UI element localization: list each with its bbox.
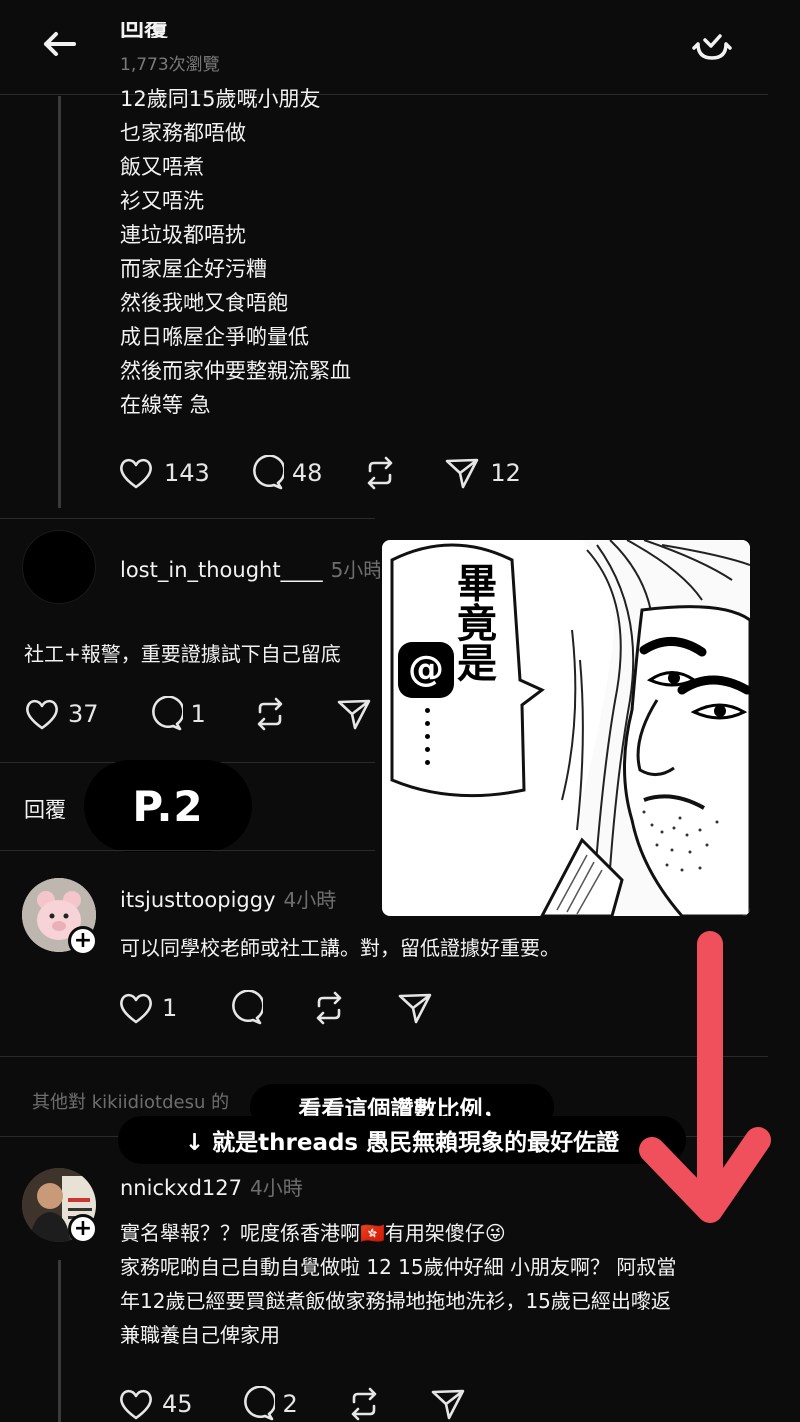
replies-label: 回覆	[24, 798, 66, 822]
repost-icon	[257, 697, 283, 731]
back-button[interactable]	[38, 22, 82, 66]
heart-icon	[26, 699, 58, 730]
username[interactable]: itsjusttoopiggy	[120, 888, 276, 912]
reply-text: 實名舉報？？呢度係香港啊🇭🇰有用架傻仔😜 家務呢啲自己自動自覺做啦 12 15歲…	[120, 1221, 677, 1347]
view-count: 1,773次瀏覽	[120, 55, 220, 75]
divider	[0, 518, 375, 519]
page-badge: P.2	[84, 760, 252, 852]
send-icon	[398, 993, 432, 1024]
follow-plus-button[interactable]: +	[68, 926, 98, 956]
like-count: 1	[162, 994, 178, 1022]
bubble-dots	[422, 700, 432, 773]
like-button[interactable]: 37	[24, 697, 99, 731]
repost-icon	[316, 991, 342, 1025]
comment-button[interactable]	[227, 990, 264, 1026]
timestamp: 4小時	[283, 888, 337, 912]
reply-actions: 1	[118, 990, 433, 1026]
heart-icon	[120, 458, 152, 489]
svg-text:@: @	[408, 649, 444, 690]
repost-button[interactable]	[362, 455, 398, 491]
heart-icon	[120, 1389, 152, 1420]
like-count: 143	[164, 459, 210, 487]
repost-button[interactable]	[346, 1386, 382, 1422]
like-button[interactable]: 143	[118, 456, 210, 490]
share-count: 12	[490, 459, 521, 487]
comment-icon	[232, 990, 264, 1025]
heart-icon	[120, 993, 152, 1024]
share-button[interactable]	[397, 990, 433, 1026]
divider	[0, 850, 375, 851]
bubble-text: 畢竟是	[450, 562, 497, 682]
thread-line	[58, 1260, 61, 1422]
like-button[interactable]: 1	[118, 991, 177, 1025]
repost-icon	[351, 1387, 377, 1421]
comment-button[interactable]: 2	[239, 1386, 298, 1422]
thread-line	[58, 96, 61, 508]
follow-plus-button[interactable]: +	[68, 1214, 98, 1244]
like-count: 45	[162, 1390, 193, 1418]
manga-illustration: @	[390, 540, 750, 916]
back-arrow-icon	[44, 32, 76, 56]
repost-button[interactable]	[311, 990, 347, 1026]
notification-bell-button[interactable]	[690, 24, 734, 64]
username[interactable]: nnickxd127	[120, 1176, 242, 1200]
reply-actions: 45 2	[118, 1386, 466, 1422]
reply-header: lost_in_thought____ 5小時	[120, 554, 380, 583]
like-count: 37	[68, 700, 99, 728]
like-button[interactable]: 45	[118, 1387, 193, 1421]
share-button[interactable]	[430, 1386, 466, 1422]
post-actions: 143 48 12	[118, 455, 521, 491]
reply-header: nnickxd127 4小時	[120, 1172, 303, 1201]
page-badge-label: P.2	[132, 781, 204, 831]
avatar[interactable]	[22, 530, 96, 604]
comment-count: 48	[291, 459, 323, 487]
send-icon	[337, 699, 371, 730]
timestamp: 4小時	[250, 1176, 303, 1200]
reply-text: 可以同學校老師或社工講。對，留低證據好重要。	[120, 936, 560, 960]
comment-icon	[252, 455, 284, 490]
comment-count: 2	[282, 1390, 298, 1418]
header-title: 回覆	[120, 14, 168, 38]
comment-icon	[243, 1386, 275, 1421]
send-icon	[446, 458, 479, 489]
comment-button[interactable]: 1	[147, 696, 206, 732]
manga-image: @ 畢竟是	[382, 540, 750, 916]
comment-icon	[151, 696, 183, 731]
timestamp: 5小時	[330, 558, 380, 582]
comment-button[interactable]: 48	[248, 455, 323, 491]
bell-icon	[692, 34, 732, 60]
reply-text: 社工+報警，重要證據試下自己留底	[24, 642, 341, 666]
comment-count: 1	[190, 700, 206, 728]
post-body: 12歲同15歲嘅小朋友 乜家務都唔做 飯又唔煮 衫又唔洗 ￼連垃圾都唔抌 而家屋…	[120, 87, 351, 417]
repost-button[interactable]	[252, 696, 288, 732]
red-down-arrow	[639, 931, 771, 1223]
caption-line-2: ↓ 就是threads 愚民無賴現象的最好佐證	[118, 1116, 686, 1164]
reply-actions: 37 1	[24, 696, 372, 732]
reply-header: itsjusttoopiggy 4小時	[120, 884, 336, 913]
send-icon	[431, 1389, 465, 1420]
other-replies-label: 其他對 kikiidiotdesu 的	[32, 1092, 230, 1113]
username[interactable]: lost_in_thought____	[120, 558, 323, 582]
caption-line-2-text: ↓ 就是threads 愚民無賴現象的最好佐證	[184, 1130, 620, 1156]
share-button[interactable]: 12	[444, 455, 521, 491]
repost-icon	[368, 456, 393, 490]
share-button[interactable]	[336, 696, 372, 732]
